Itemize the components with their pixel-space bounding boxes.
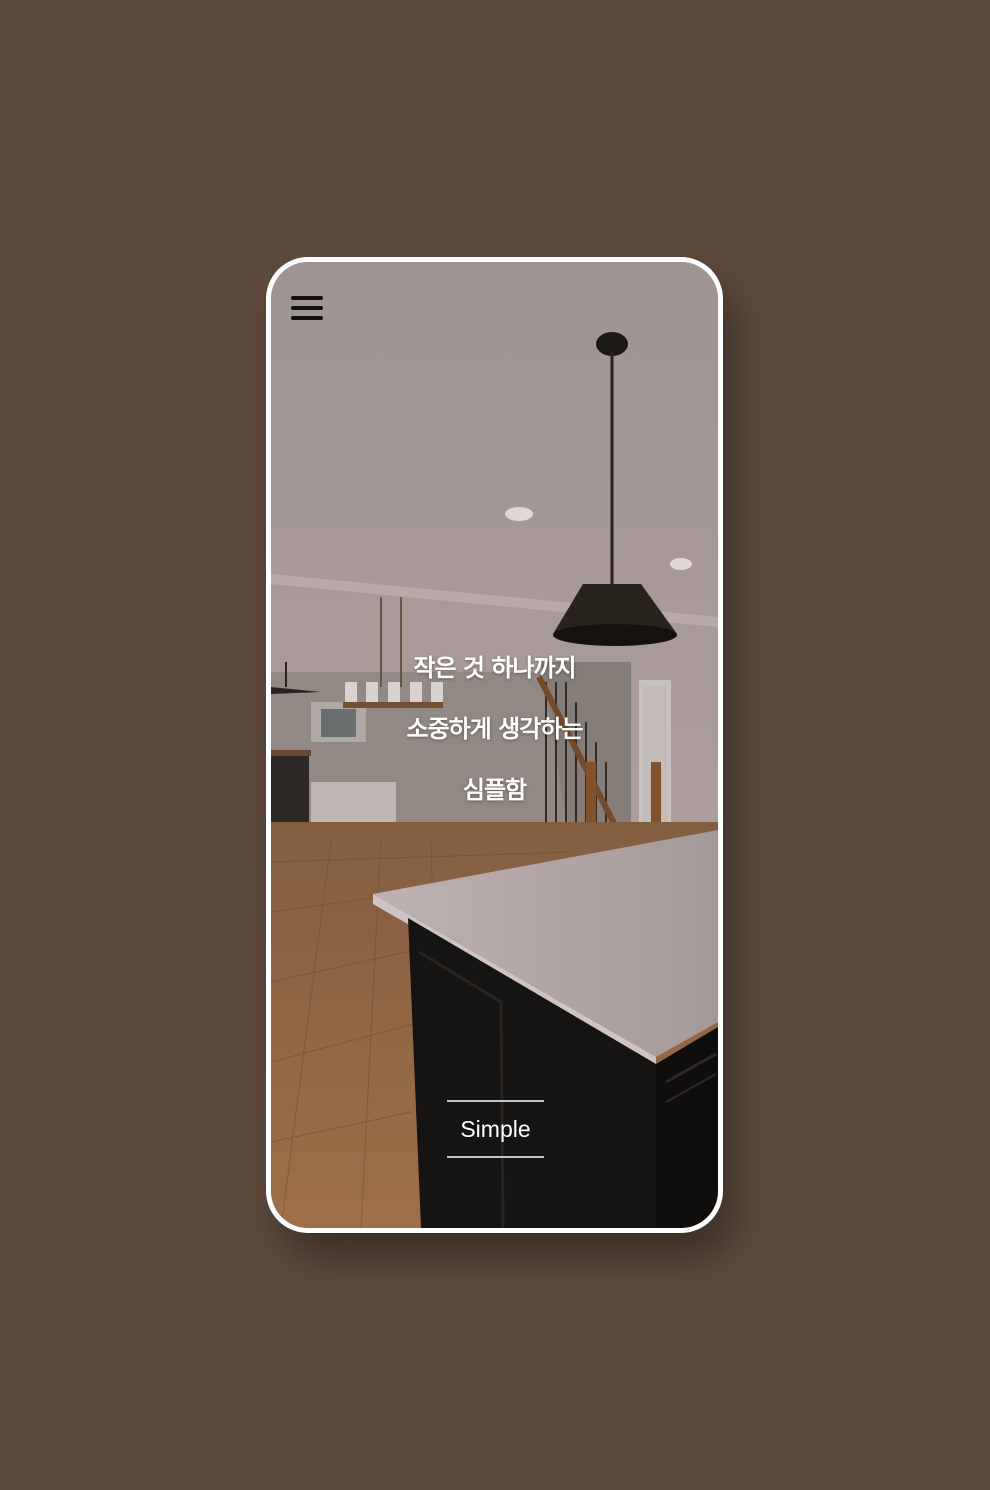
headline-line-3: 심플함 [462,776,527,804]
menu-bar-middle [291,306,323,310]
menu-bar-bottom [291,316,323,320]
simple-button[interactable]: Simple [447,1100,544,1158]
menu-bar-top [291,296,323,300]
headline-line-1: 작은 것 하나까지 [413,654,576,682]
headline: 작은 것 하나까지 소중하게 생각하는 심플함 [271,650,718,833]
hamburger-menu-icon[interactable] [291,296,323,320]
phone-frame: 작은 것 하나까지 소중하게 생각하는 심플함 Simple [266,257,723,1233]
headline-line-2: 소중하게 생각하는 [406,715,584,743]
